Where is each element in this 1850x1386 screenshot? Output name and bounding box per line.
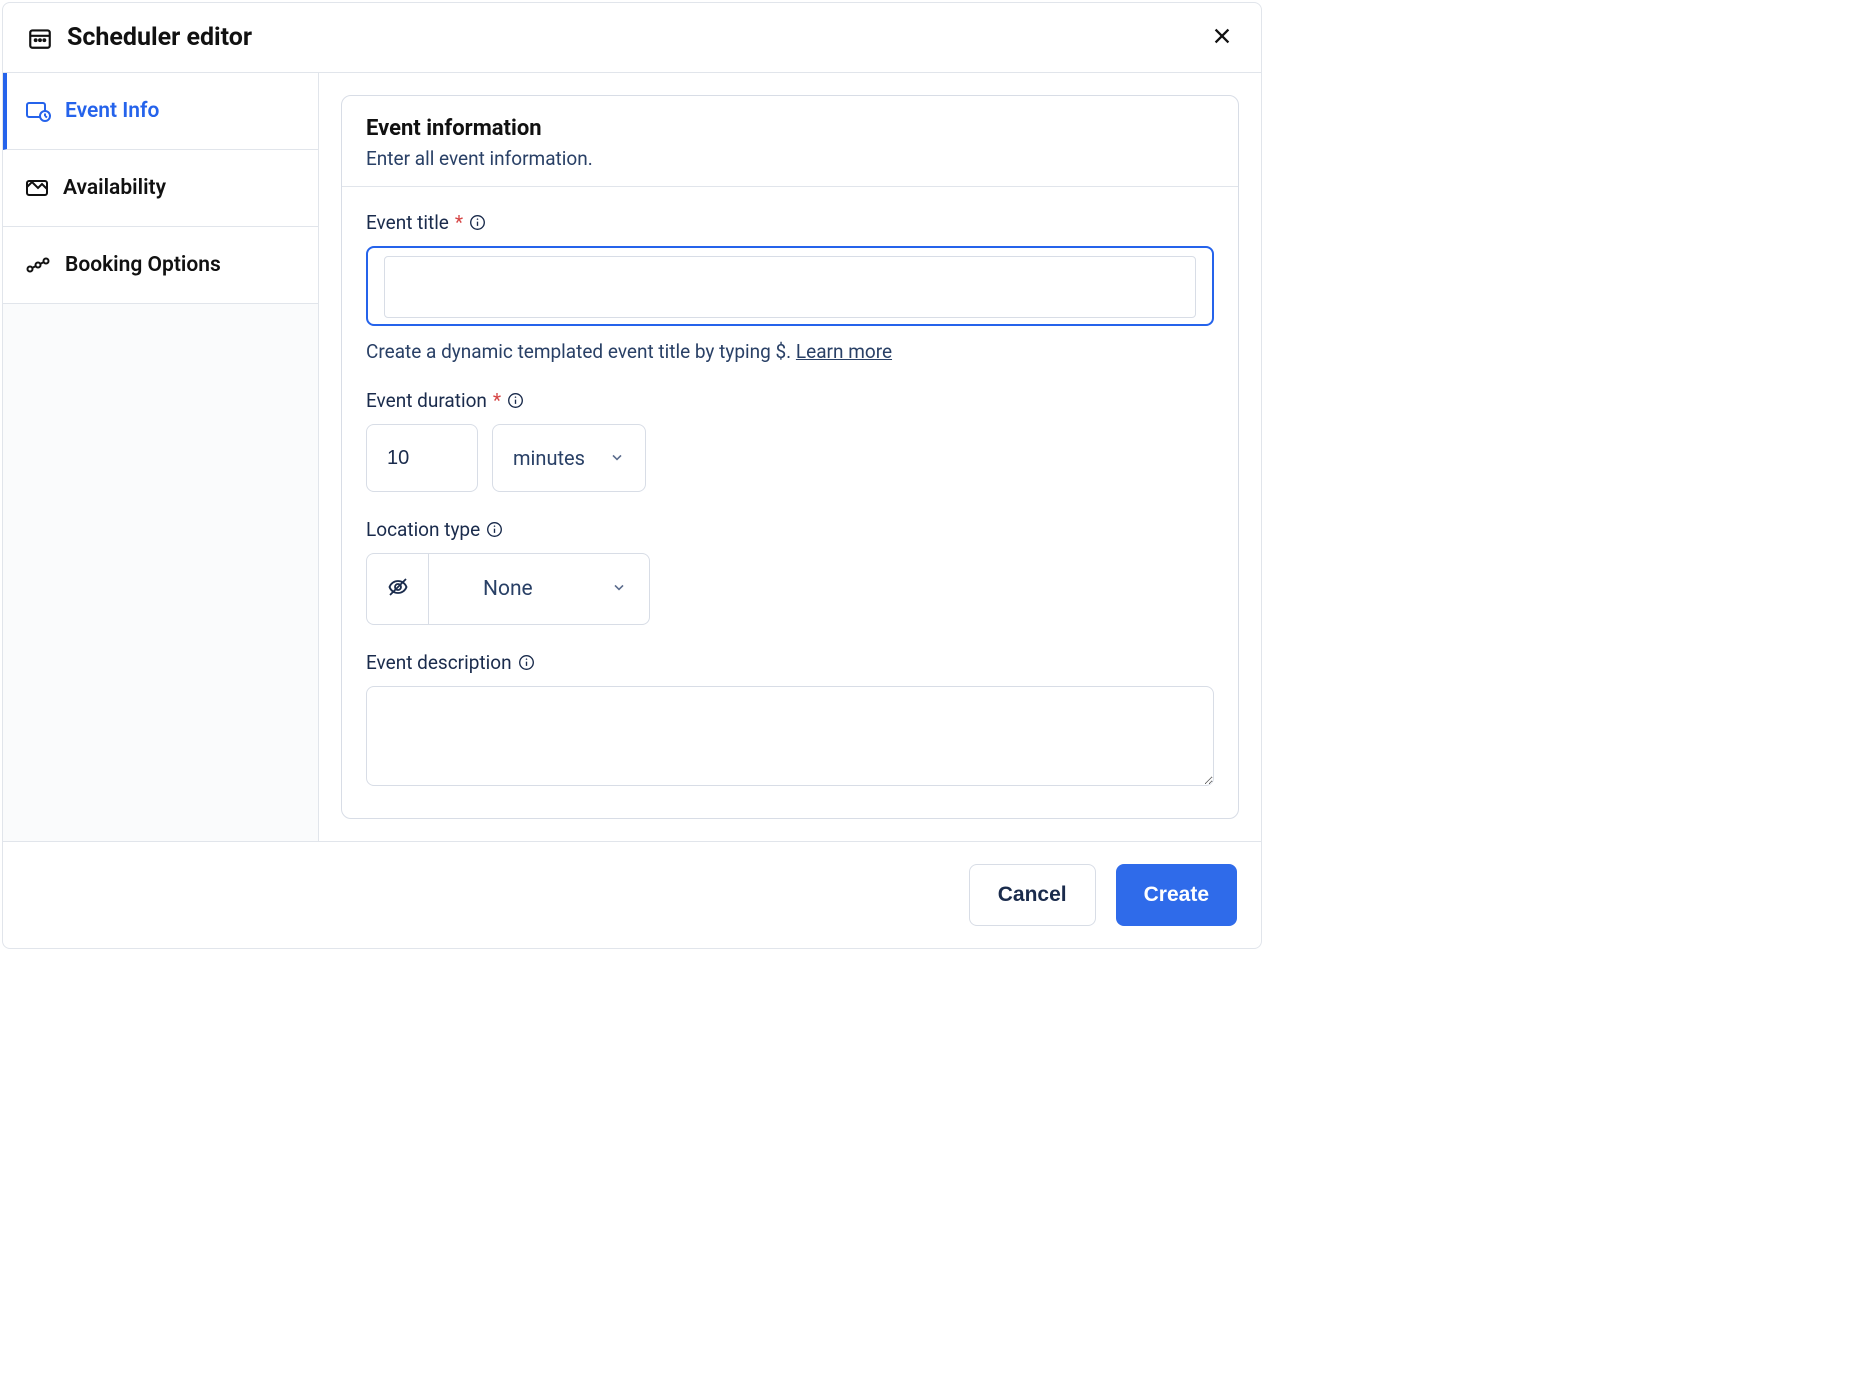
close-button[interactable] (1207, 21, 1237, 54)
sidebar-item-booking-options[interactable]: Booking Options (3, 227, 318, 304)
select-value: None (483, 577, 533, 601)
sidebar-item-availability[interactable]: Availability (3, 150, 318, 227)
modal-footer: Cancel Create (3, 841, 1261, 948)
location-icon-box (366, 553, 428, 625)
field-label-event-duration: Event duration * (366, 389, 1214, 412)
label-text: Location type (366, 518, 480, 541)
content: Event information Enter all event inform… (319, 73, 1261, 841)
location-row: None (366, 553, 1214, 625)
sidebar-item-label: Event Info (65, 99, 159, 123)
calendar-icon (27, 25, 53, 51)
required-asterisk: * (493, 389, 501, 412)
helper-text-span: Create a dynamic templated event title b… (366, 340, 796, 363)
field-label-event-title: Event title * (366, 211, 1214, 234)
booking-options-icon (25, 256, 51, 274)
event-title-helper: Create a dynamic templated event title b… (366, 340, 1214, 363)
availability-icon (25, 179, 49, 197)
modal-header-left: Scheduler editor (27, 23, 252, 52)
cancel-button[interactable]: Cancel (969, 864, 1096, 926)
label-text: Event description (366, 651, 512, 674)
chevron-down-icon (609, 446, 625, 470)
card-title: Event information (366, 116, 1214, 141)
modal-body: Event Info Availability (3, 73, 1261, 841)
card-subtitle: Enter all event information. (366, 147, 1214, 170)
info-icon[interactable] (469, 214, 486, 231)
label-text: Event title (366, 211, 449, 234)
none-location-icon (386, 575, 410, 603)
info-icon[interactable] (486, 521, 503, 538)
field-event-title: Event title * (366, 211, 1214, 363)
field-label-event-description: Event description (366, 651, 1214, 674)
field-event-description: Event description (366, 651, 1214, 790)
close-icon (1211, 35, 1233, 50)
card-body: Event title * (342, 187, 1238, 818)
select-value: minutes (513, 446, 585, 470)
create-button[interactable]: Create (1116, 864, 1237, 926)
sidebar: Event Info Availability (3, 73, 319, 841)
label-text: Event duration (366, 389, 487, 412)
sidebar-item-event-info[interactable]: Event Info (3, 73, 318, 150)
event-info-card: Event information Enter all event inform… (341, 95, 1239, 819)
card-header: Event information Enter all event inform… (342, 96, 1238, 187)
sidebar-item-label: Booking Options (65, 253, 221, 277)
duration-row: minutes (366, 424, 1214, 492)
info-icon[interactable] (507, 392, 524, 409)
event-description-input[interactable] (366, 686, 1214, 786)
field-event-duration: Event duration * (366, 389, 1214, 492)
chevron-down-icon (611, 577, 627, 601)
modal-header: Scheduler editor (3, 3, 1261, 73)
event-info-icon (25, 100, 51, 122)
learn-more-link[interactable]: Learn more (796, 340, 892, 363)
duration-unit-select[interactable]: minutes (492, 424, 646, 492)
field-location-type: Location type (366, 518, 1214, 625)
sidebar-item-label: Availability (63, 176, 166, 200)
duration-value-input[interactable] (366, 424, 478, 492)
event-title-input[interactable] (384, 256, 1196, 318)
modal-title: Scheduler editor (67, 23, 252, 52)
required-asterisk: * (455, 211, 463, 234)
event-title-input-wrapper (366, 246, 1214, 326)
scheduler-editor-modal: Scheduler editor (2, 2, 1262, 949)
info-icon[interactable] (518, 654, 535, 671)
field-label-location-type: Location type (366, 518, 1214, 541)
location-type-select[interactable]: None (428, 553, 650, 625)
